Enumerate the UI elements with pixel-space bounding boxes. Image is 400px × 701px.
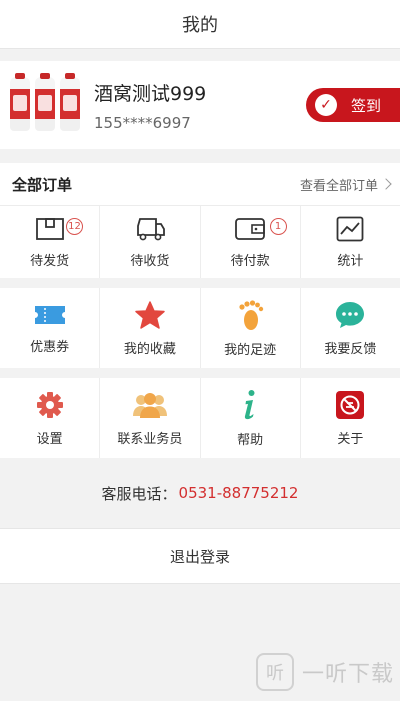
- view-all-label: 查看全部订单: [299, 178, 378, 194]
- settings-item[interactable]: 设置: [0, 378, 101, 458]
- feedback-icon: [334, 300, 366, 330]
- watermark-logo: 听 一听下载: [255, 653, 394, 691]
- profile-phone: 155****6997: [94, 113, 191, 132]
- profile-name: 酒窝测试999: [94, 82, 207, 105]
- orders-header: 全部订单 查看全部订单: [0, 163, 400, 206]
- contact-salesperson-item[interactable]: 联系业务员: [100, 378, 201, 458]
- watermark-text: 一听下载: [301, 662, 394, 687]
- order-label: 统计: [337, 253, 364, 269]
- order-label: 待付款: [230, 253, 270, 269]
- help-item[interactable]: 帮助: [201, 378, 301, 458]
- tool-label: 关于: [337, 431, 364, 447]
- signin-button[interactable]: ✓ 签到: [306, 88, 400, 122]
- info-icon: [240, 389, 260, 421]
- about-item[interactable]: 关于: [301, 378, 400, 458]
- order-label: 待发货: [30, 253, 70, 269]
- bottle-image: [60, 73, 80, 131]
- tool-label: 设置: [36, 431, 63, 447]
- view-all-orders-link[interactable]: 查看全部订单: [299, 175, 392, 194]
- profile-info: 酒窝测试999 155****6997: [94, 79, 206, 132]
- bottle-image: [10, 73, 30, 131]
- tool-label: 帮助: [237, 432, 264, 448]
- page-title: 我的: [182, 15, 218, 36]
- logout-button[interactable]: 退出登录: [0, 528, 400, 584]
- customer-service-hotline[interactable]: 客服电话： 0531-88775212: [0, 458, 400, 528]
- watermark-icon: 听: [255, 653, 294, 691]
- check-icon: ✓: [315, 94, 337, 116]
- signin-label: 签到: [351, 96, 382, 115]
- service-label: 我的收藏: [123, 341, 176, 357]
- orders-title: 全部订单: [12, 175, 73, 194]
- order-statistics[interactable]: 统计: [301, 206, 400, 278]
- order-label: 待收货: [130, 253, 170, 269]
- tool-label: 联系业务员: [117, 431, 183, 447]
- order-status-row: 12 待发货 待收货 1 待付款 统计: [0, 206, 400, 278]
- badge-count: 12: [66, 218, 83, 235]
- box-icon: [35, 216, 65, 242]
- hotline-label: 客服电话：: [101, 484, 177, 503]
- gear-icon: [35, 390, 65, 420]
- favorites-item[interactable]: 我的收藏: [100, 288, 201, 368]
- page-header: 我的: [0, 0, 400, 49]
- feedback-item[interactable]: 我要反馈: [301, 288, 400, 368]
- coupon-icon: [33, 302, 67, 328]
- chevron-right-icon: [380, 178, 392, 190]
- service-label: 优惠券: [30, 339, 70, 355]
- order-pending-receipt[interactable]: 待收货: [100, 206, 201, 278]
- footprint-icon: [236, 299, 264, 331]
- logout-label: 退出登录: [169, 547, 230, 566]
- hotline-number[interactable]: 0531-88775212: [179, 484, 299, 502]
- order-pending-shipment[interactable]: 12 待发货: [0, 206, 101, 278]
- truck-icon: [134, 216, 166, 242]
- wallet-icon: [234, 216, 266, 242]
- service-label: 我的足迹: [224, 342, 277, 358]
- avatar[interactable]: [8, 73, 82, 135]
- services-row: 优惠券 我的收藏 我的足迹 我要反馈: [0, 288, 400, 368]
- bottle-image: [35, 73, 55, 131]
- contacts-icon: [132, 390, 168, 420]
- chart-icon: [336, 216, 364, 242]
- tools-row: 设置 联系业务员 帮助 关于: [0, 378, 400, 458]
- profile-card[interactable]: 酒窝测试999 155****6997 ✓ 签到: [0, 61, 400, 149]
- order-pending-payment[interactable]: 1 待付款: [201, 206, 301, 278]
- badge-count: 1: [269, 218, 287, 235]
- star-icon: [134, 300, 166, 330]
- service-label: 我要反馈: [324, 341, 377, 357]
- coupon-item[interactable]: 优惠券: [0, 288, 101, 368]
- about-icon: [335, 390, 365, 420]
- footprint-item[interactable]: 我的足迹: [201, 288, 301, 368]
